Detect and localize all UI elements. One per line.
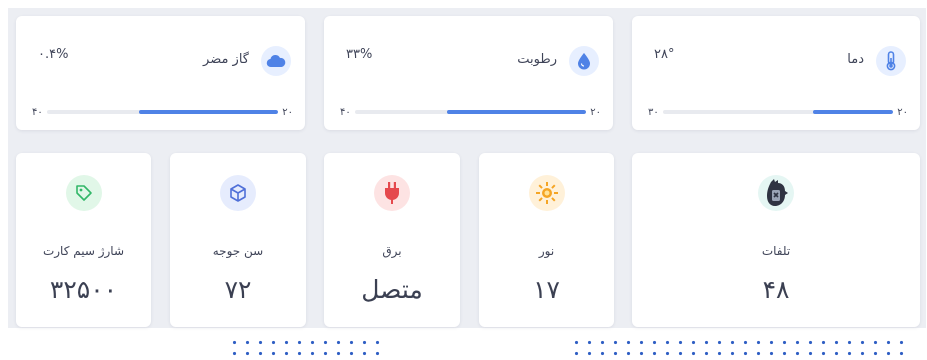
sensor-value: ۳۳%: [346, 47, 373, 62]
decorative-dot-pattern: [228, 337, 388, 359]
progress-fill: [447, 110, 587, 114]
stat-value: ۱۷: [533, 275, 560, 304]
thermometer-icon: [876, 46, 906, 76]
sensor-title: رطوبت: [517, 52, 557, 67]
stat-label: برق: [382, 244, 402, 258]
sensor-range-bar: ۴۰ ۲۰: [32, 105, 293, 119]
sensor-range-bar: ۳۰ ۲۰: [648, 105, 908, 119]
sensor-range-max: ۴۰: [32, 106, 43, 118]
sensor-card-humidity[interactable]: رطوبت ۳۳% ۴۰ ۲۰: [324, 16, 613, 130]
sensor-range-min: ۲۰: [897, 106, 908, 118]
stat-value: متصل: [361, 275, 423, 304]
progress-track: [354, 110, 587, 114]
sensor-value: ۰.۴%: [38, 47, 69, 62]
stat-value: ۳۲۵۰۰: [49, 275, 118, 304]
progress-track: [662, 110, 894, 114]
stat-label: نور: [538, 244, 555, 258]
stat-card-power[interactable]: برق متصل: [324, 153, 460, 327]
sensor-range-max: ۴۰: [340, 106, 351, 118]
sensor-range-min: ۲۰: [590, 106, 601, 118]
stat-label: شارژ سیم کارت: [42, 244, 125, 258]
cube-icon: [220, 175, 256, 211]
power-plug-icon: [374, 175, 410, 211]
sun-icon: [528, 175, 565, 211]
progress-fill: [812, 110, 894, 114]
dead-chicken-icon: [758, 175, 794, 211]
stat-card-sim-charge[interactable]: شارژ سیم کارت ۳۲۵۰۰: [16, 153, 151, 327]
stat-value: ۴۸: [762, 275, 790, 304]
progress-fill: [139, 110, 279, 114]
decorative-dot-pattern: [570, 337, 910, 359]
sensor-range-max: ۳۰: [648, 106, 659, 118]
sensor-title: دما: [847, 52, 864, 67]
stat-value: ۷۲: [224, 275, 252, 304]
water-drop-icon: [569, 46, 599, 76]
sensor-range-min: ۲۰: [282, 106, 293, 118]
sensor-card-harmful-gas[interactable]: گاز مضر ۰.۴% ۴۰ ۲۰: [16, 16, 305, 130]
stat-card-losses[interactable]: تلفات ۴۸: [632, 153, 920, 327]
cloud-icon: [261, 46, 291, 76]
sensor-card-temperature[interactable]: دما ۲۸° ۳۰ ۲۰: [632, 16, 920, 130]
stat-label: تلفات: [761, 244, 791, 258]
sensor-title: گاز مضر: [203, 52, 249, 67]
stat-label: سن جوجه: [212, 244, 264, 258]
stat-card-chick-age[interactable]: سن جوجه ۷۲: [170, 153, 306, 327]
sensor-range-bar: ۴۰ ۲۰: [340, 105, 601, 119]
progress-track: [46, 110, 279, 114]
stat-card-light[interactable]: نور ۱۷: [479, 153, 614, 327]
sensor-value: ۲۸°: [654, 47, 675, 62]
tag-icon: [65, 175, 102, 211]
